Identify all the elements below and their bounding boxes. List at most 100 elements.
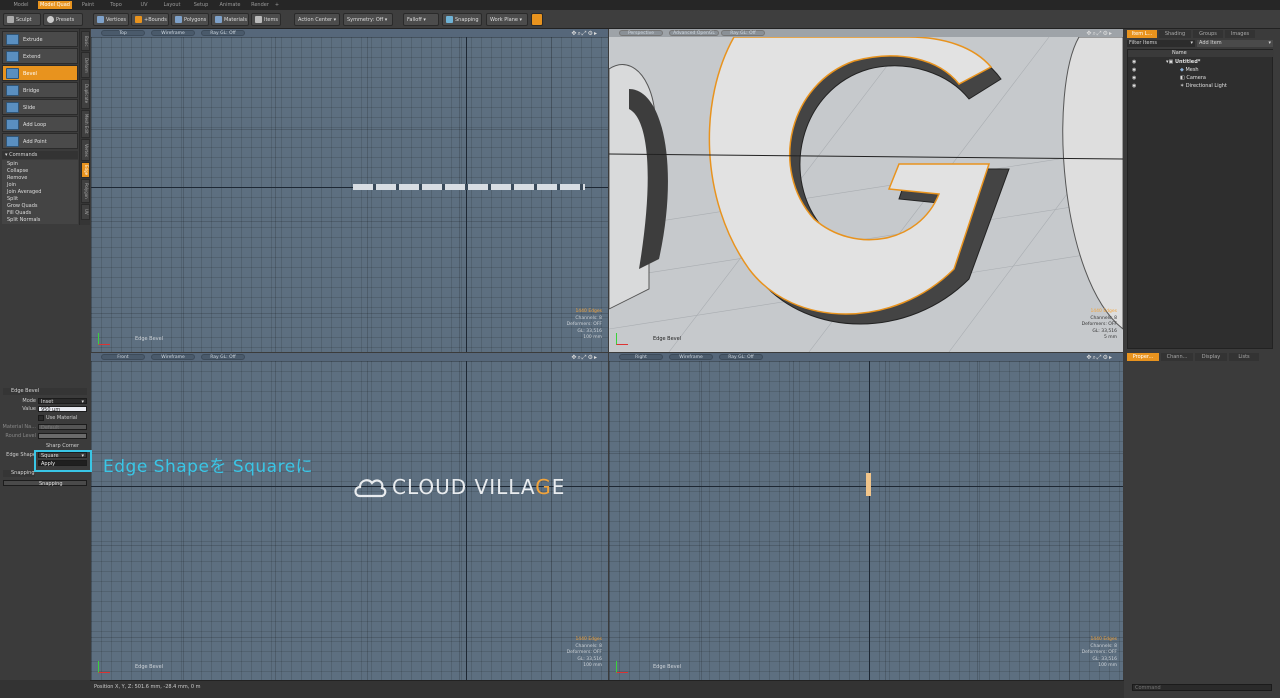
add-loop-tool-button[interactable]: Add Loop <box>2 116 78 132</box>
extend-tool-button[interactable]: Extend <box>2 48 78 64</box>
shading-mode-button[interactable]: Wireframe <box>151 30 195 36</box>
tab-properties[interactable]: Proper... <box>1127 353 1159 361</box>
vtab-duplicate[interactable]: Duplicate <box>81 79 90 109</box>
vtab-edge[interactable]: Edge <box>81 162 90 178</box>
filter-items-dropdown[interactable]: Filter Items ▾ <box>1127 40 1195 47</box>
name-column-header[interactable]: Name <box>1172 50 1187 56</box>
command-input[interactable] <box>1132 684 1272 691</box>
presets-button[interactable]: Presets <box>43 13 83 26</box>
command-spin[interactable]: Spin <box>7 161 18 168</box>
materials-mode-button[interactable]: Materials <box>211 13 249 26</box>
visibility-eye-icon[interactable]: ◉ <box>1132 83 1136 89</box>
vtab-basic[interactable]: Basic <box>81 31 90 51</box>
command-fill-quads[interactable]: Fill Quads <box>7 210 31 217</box>
tab-model-quad[interactable]: Model Quad <box>38 1 72 9</box>
polygons-mode-button[interactable]: Polygons <box>171 13 209 26</box>
visibility-eye-icon[interactable]: ◉ <box>1132 67 1136 73</box>
tab-setup[interactable]: Setup <box>190 1 212 9</box>
viewport-nav-icons[interactable]: ✥⌕⤢⚙▸ <box>1086 354 1113 362</box>
slide-icon <box>6 102 19 113</box>
command-split[interactable]: Split <box>7 196 18 203</box>
tree-item-mesh[interactable]: ◆ Mesh <box>1180 67 1199 73</box>
command-split-normals[interactable]: Split Normals <box>7 217 40 224</box>
view-type-button[interactable]: Perspective <box>619 30 663 36</box>
tab-topo[interactable]: Topo <box>106 1 126 9</box>
axis-gizmo-icon <box>98 661 110 673</box>
command-collapse[interactable]: Collapse <box>7 168 28 175</box>
value-input[interactable]: 950 µm <box>38 406 87 413</box>
viewport-nav-icons[interactable]: ✥⌕⤢⚙▸ <box>571 30 598 38</box>
tab-paint[interactable]: Paint <box>78 1 98 9</box>
symmetry-dropdown[interactable]: Symmetry: Off ▾ <box>343 13 393 26</box>
mode-dropdown[interactable]: Inset ▾ <box>38 398 87 405</box>
tree-item-directional-light[interactable]: ✶ Directional Light <box>1180 83 1227 89</box>
tab-animate[interactable]: Animate <box>216 1 244 9</box>
tab-layout[interactable]: Layout <box>160 1 184 9</box>
tree-item-scene[interactable]: ▾▣ Untitled* <box>1166 59 1200 65</box>
round-level-field[interactable] <box>38 433 87 439</box>
tab-lists[interactable]: Lists <box>1229 353 1259 361</box>
snapping-row[interactable]: Snapping <box>3 480 87 487</box>
ray-gl-button[interactable]: Ray GL: Off <box>721 30 765 36</box>
tab-display[interactable]: Display <box>1195 353 1227 361</box>
ray-gl-button[interactable]: Ray GL: Off <box>201 30 245 36</box>
viewport-nav-icons[interactable]: ✥⌕⤢⚙▸ <box>1086 30 1113 38</box>
command-remove[interactable]: Remove <box>7 175 27 182</box>
vtab-uv[interactable]: UV <box>81 204 90 220</box>
view-type-button[interactable]: Front <box>101 354 145 360</box>
tab-uv[interactable]: UV <box>134 1 154 9</box>
material-name-field[interactable]: Default <box>38 424 87 431</box>
vertices-mode-button[interactable]: Vertices <box>93 13 129 26</box>
action-center-dropdown[interactable]: Action Center ▾ <box>294 13 340 26</box>
tab-render[interactable]: Render <box>248 1 272 9</box>
commands-header[interactable]: ▾ Commands <box>2 151 78 159</box>
tab-groups[interactable]: Groups <box>1193 30 1223 38</box>
viewport-top[interactable]: Top Wireframe Ray GL: Off ✥⌕⤢⚙▸ Edge Bev… <box>91 29 608 352</box>
viewport-front[interactable]: Front Wireframe Ray GL: Off ✥⌕⤢⚙▸ Edge B… <box>91 353 608 680</box>
view-type-button[interactable]: Right <box>619 354 663 360</box>
command-join[interactable]: Join <box>7 182 16 189</box>
vtab-vertex[interactable]: Vertex <box>81 139 90 161</box>
viewport-right[interactable]: Right Wireframe Ray GL: Off ✥⌕⤢⚙▸ Edge B… <box>609 353 1123 680</box>
work-plane-dropdown[interactable]: Work Plane ▾ <box>486 13 528 26</box>
viewport-grid <box>91 37 608 352</box>
snapping-toggle[interactable]: Snapping <box>442 13 482 26</box>
tree-item-camera[interactable]: ◧ Camera <box>1180 75 1206 81</box>
slide-tool-button[interactable]: Slide <box>2 99 78 115</box>
cloud-village-watermark: CLOUD VILLAGE <box>352 470 592 504</box>
shading-mode-button[interactable]: Wireframe <box>669 354 713 360</box>
shading-mode-button[interactable]: Wireframe <box>151 354 195 360</box>
bridge-tool-button[interactable]: Bridge <box>2 82 78 98</box>
tab-shading[interactable]: Shading <box>1159 30 1191 38</box>
vtab-polygon[interactable]: Polygon <box>81 179 90 203</box>
bevel-tool-button[interactable]: Bevel <box>2 65 78 81</box>
visibility-eye-icon[interactable]: ◉ <box>1132 59 1136 65</box>
shading-mode-button[interactable]: Advanced OpenGL <box>669 30 719 36</box>
add-tab-button[interactable]: + <box>272 1 282 9</box>
command-grow-quads[interactable]: Grow Quads <box>7 203 38 210</box>
viewport-nav-icons[interactable]: ✥⌕⤢⚙▸ <box>571 354 598 362</box>
items-mode-button[interactable]: Items <box>251 13 281 26</box>
visibility-eye-icon[interactable]: ◉ <box>1132 75 1136 81</box>
vtab-deform[interactable]: Deform <box>81 52 90 78</box>
viewport-perspective[interactable]: Perspective Advanced OpenGL Ray GL: Off … <box>609 29 1123 352</box>
tab-channels[interactable]: Chann... <box>1161 353 1193 361</box>
bounds-button[interactable]: +Bounds <box>131 13 169 26</box>
tool-category-tabs: Basic Deform Duplicate Mesh Edit Vertex … <box>79 29 90 225</box>
tab-model[interactable]: Model <box>10 1 32 9</box>
tab-item-list[interactable]: Item L... <box>1127 30 1157 38</box>
ray-gl-button[interactable]: Ray GL: Off <box>719 354 763 360</box>
sculpt-button[interactable]: Sculpt <box>3 13 41 26</box>
tab-images[interactable]: Images <box>1225 30 1255 38</box>
hand-tool-icon[interactable] <box>531 13 543 26</box>
snapping-section-header[interactable]: Snapping <box>3 470 35 477</box>
ray-gl-button[interactable]: Ray GL: Off <box>201 354 245 360</box>
use-material-checkbox[interactable] <box>38 415 44 421</box>
falloff-dropdown[interactable]: Falloff ▾ <box>403 13 439 26</box>
command-join-averaged[interactable]: Join Averaged <box>7 189 41 196</box>
view-type-button[interactable]: Top <box>101 30 145 36</box>
extrude-tool-button[interactable]: Extrude <box>2 31 78 47</box>
add-item-dropdown[interactable]: Add Item ▾ <box>1197 40 1273 47</box>
add-point-tool-button[interactable]: Add Point <box>2 133 78 149</box>
vtab-mesh-edit[interactable]: Mesh Edit <box>81 110 90 138</box>
